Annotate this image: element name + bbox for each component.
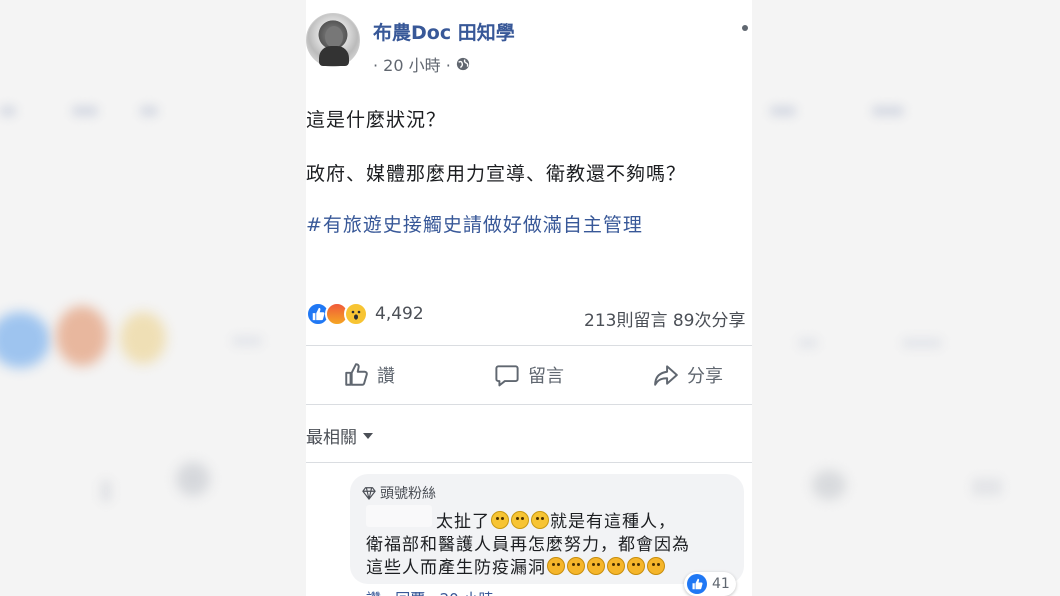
- frown-emoji-icon: [587, 556, 605, 575]
- reaction-summary[interactable]: 4,492: [306, 302, 424, 326]
- badge-label: 頭號粉絲: [380, 486, 436, 502]
- frown-emoji-icon: [627, 556, 645, 575]
- share-button[interactable]: 分享: [653, 362, 723, 388]
- post-text-line-2: 政府、媒體那麼用力宣導、衛教還不夠嗎？: [306, 163, 687, 185]
- comment-label: 留言: [528, 366, 564, 387]
- comment-line-1: 太扯了 就是有這種人，: [436, 507, 676, 532]
- blurred-background-right: [752, 0, 1060, 596]
- sort-label: 最相關: [306, 428, 357, 448]
- comments-shares-count[interactable]: 213則留言 89次分享: [584, 306, 745, 331]
- share-label: 分享: [687, 366, 723, 387]
- frown-emoji-icon: [647, 556, 665, 575]
- divider-middle: [306, 404, 752, 405]
- comment-like-count[interactable]: 41: [684, 572, 736, 596]
- like-button[interactable]: 讚: [343, 362, 395, 388]
- share-arrow-icon: [654, 365, 678, 386]
- comment-footer-actions[interactable]: 讚 · 回覆 · 20 小時: [366, 588, 493, 596]
- eye-roll-emoji-icon: [511, 510, 529, 529]
- comment-line-3: 這些人而產生防疫漏洞: [366, 553, 666, 578]
- reaction-count: 4,492: [375, 304, 424, 324]
- globe-icon: [456, 57, 469, 71]
- wow-reaction-icon: [344, 302, 368, 326]
- frown-emoji-icon: [607, 556, 625, 575]
- post-time[interactable]: · 20 小時 ·: [373, 52, 451, 76]
- comment-like-number: 41: [712, 576, 730, 592]
- post-text-line-1: 這是什麼狀況？: [306, 109, 447, 131]
- comment-line-2: 衛福部和醫護人員再怎麼努力，都會因為: [366, 535, 690, 555]
- author-name[interactable]: 布農Doc 田知學: [373, 18, 515, 45]
- top-fan-badge[interactable]: 頭號粉絲: [362, 483, 436, 503]
- post-meta: · 20 小時 ·: [373, 52, 470, 76]
- eye-roll-emoji-icon: [491, 510, 509, 529]
- divider-top: [306, 345, 752, 346]
- comment-text-1b: 就是有這種人，: [550, 512, 676, 532]
- frown-emoji-icon: [567, 556, 585, 575]
- blurred-background-left: [0, 0, 306, 596]
- comment-text-3: 這些人而產生防疫漏洞: [366, 558, 546, 578]
- censored-commenter-name: [366, 505, 432, 527]
- author-avatar[interactable]: [306, 13, 360, 67]
- comment-sort-dropdown[interactable]: 最相關: [306, 423, 373, 448]
- more-options-icon[interactable]: [742, 25, 748, 31]
- thumbs-up-icon: [687, 574, 707, 594]
- divider-bottom: [306, 462, 752, 463]
- comment-text-1a: 太扯了: [436, 512, 490, 532]
- comment-button[interactable]: 留言: [494, 362, 564, 388]
- thumbs-up-icon: [345, 363, 368, 386]
- frown-emoji-icon: [547, 556, 565, 575]
- diamond-icon: [362, 487, 376, 500]
- like-label: 讚: [377, 366, 395, 387]
- caret-down-icon: [363, 432, 373, 439]
- eye-roll-emoji-icon: [531, 510, 549, 529]
- speech-bubble-icon: [495, 365, 519, 387]
- post-hashtag[interactable]: #有旅遊史接觸史請做好做滿自主管理: [306, 210, 643, 237]
